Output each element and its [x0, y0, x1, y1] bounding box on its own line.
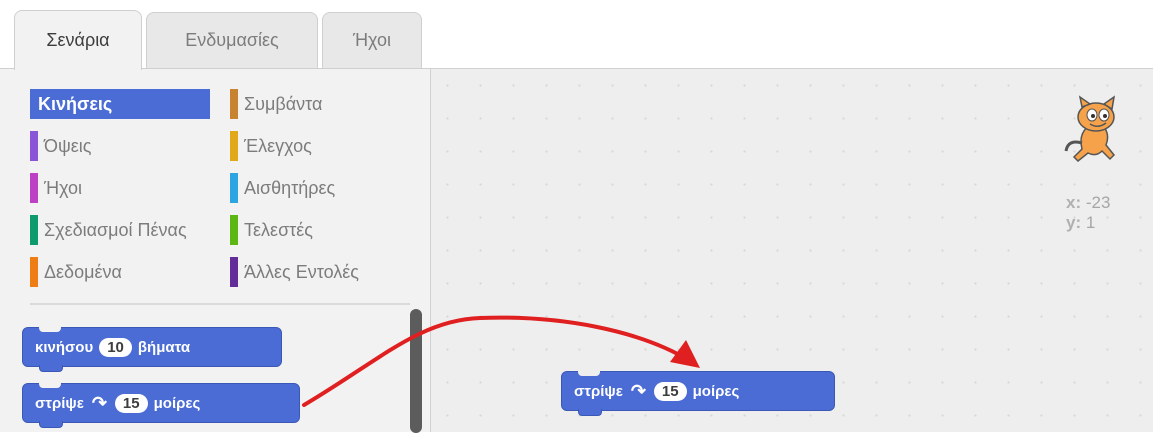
sprite-x-coordinate: x: -23 [1066, 193, 1110, 213]
degrees-input[interactable]: 15 [114, 393, 148, 413]
tab-bar: Σενάρια Ενδυμασίες Ήχοι [0, 0, 430, 70]
category-color-swatch [230, 215, 238, 245]
block-label: κινήσου [35, 338, 94, 356]
category-label: Όψεις [44, 135, 92, 156]
block-tab [578, 409, 602, 416]
category-operators[interactable]: Τελεστές [230, 215, 313, 245]
category-color-swatch [30, 257, 38, 287]
category-label: Έλεγχος [244, 135, 312, 156]
block-tab [39, 421, 63, 428]
category-color-swatch [30, 215, 38, 245]
y-value: 1 [1085, 213, 1096, 232]
steps-input[interactable]: 10 [99, 337, 132, 357]
sprite-y-coordinate: y: 1 [1066, 213, 1095, 233]
palette-scrollbar[interactable] [410, 309, 422, 433]
x-label: x: [1066, 193, 1082, 212]
category-data[interactable]: Δεδομένα [30, 257, 122, 287]
block-notch [578, 371, 600, 376]
sprite-info: x: -23 y: 1 [1064, 95, 1146, 255]
category-label: Αισθητήρες [244, 177, 336, 198]
category-color-swatch [230, 257, 238, 287]
tab-sounds[interactable]: Ήχοι [322, 12, 422, 68]
category-label: Σχεδιασμοί Πένας [44, 219, 187, 240]
block-notch [39, 327, 61, 332]
category-label: Ήχοι [44, 177, 83, 198]
block-palette: Κινήσεις Όψεις Ήχοι Σχεδιασμοί Πένας Δεδ… [0, 68, 430, 433]
category-color-swatch [230, 131, 238, 161]
category-color-swatch [230, 173, 238, 203]
category-color-swatch [30, 173, 38, 203]
palette-divider [30, 303, 410, 305]
category-looks[interactable]: Όψεις [30, 131, 91, 161]
cat-sprite-icon [1064, 95, 1116, 163]
block-notch [39, 383, 61, 388]
rotate-clockwise-icon: ↷ [91, 392, 107, 413]
category-more-blocks[interactable]: Άλλες Εντολές [230, 257, 359, 287]
category-color-swatch [230, 89, 238, 119]
rotate-clockwise-icon: ↷ [630, 380, 646, 401]
block-tab [39, 365, 63, 372]
x-value: -23 [1085, 193, 1111, 212]
script-turn-degrees-block[interactable]: στρίψε ↷ 15 μοίρες [561, 371, 835, 416]
category-color-swatch [30, 131, 38, 161]
scripts-area[interactable]: στρίψε ↷ 15 μοίρες [430, 68, 1153, 432]
turn-degrees-block[interactable]: στρίψε ↷ 15 μοίρες [22, 383, 300, 428]
category-pen[interactable]: Σχεδιασμοί Πένας [30, 215, 226, 245]
block-label: στρίψε [574, 382, 623, 400]
category-sensing[interactable]: Αισθητήρες [230, 173, 335, 203]
block-label: μοίρες [692, 382, 740, 400]
block-label: βήματα [137, 338, 191, 356]
category-label: Δεδομένα [44, 261, 122, 282]
degrees-input[interactable]: 15 [653, 381, 687, 401]
block-label: μοίρες [153, 394, 201, 412]
category-events[interactable]: Συμβάντα [230, 89, 322, 119]
category-label: Άλλες Εντολές [244, 261, 359, 282]
category-label: Κινήσεις [38, 93, 113, 114]
tab-costumes[interactable]: Ενδυμασίες [146, 12, 318, 68]
category-sound[interactable]: Ήχοι [30, 173, 82, 203]
move-steps-block[interactable]: κινήσου 10 βήματα [22, 327, 282, 372]
block-label: στρίψε [35, 394, 84, 412]
category-motion[interactable]: Κινήσεις [30, 89, 210, 119]
y-label: y: [1066, 213, 1082, 232]
tab-scripts[interactable]: Σενάρια [14, 10, 142, 70]
category-label: Τελεστές [244, 219, 313, 240]
category-control[interactable]: Έλεγχος [230, 131, 312, 161]
category-label: Συμβάντα [244, 93, 323, 114]
